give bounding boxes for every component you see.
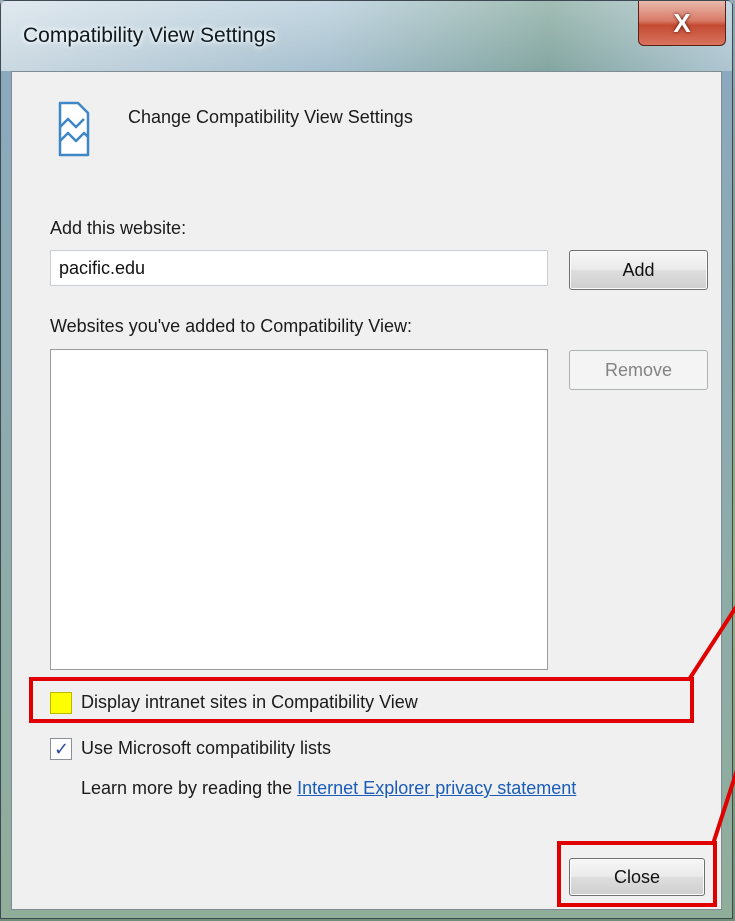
added-websites-label: Websites you've added to Compatibility V… (50, 316, 412, 336)
header-title: Change Compatibility View Settings (128, 107, 413, 127)
dialog-window: Compatibility View Settings X Change Com… (0, 0, 733, 919)
title-bar[interactable]: Compatibility View Settings X (1, 1, 732, 71)
checkmark-icon: ✓ (54, 739, 70, 759)
ms-lists-checkbox[interactable]: ✓ (50, 738, 72, 760)
intranet-label[interactable]: Display intranet sites in Compatibility … (81, 692, 418, 713)
added-websites-list[interactable] (50, 349, 548, 670)
ms-lists-label[interactable]: Use Microsoft compatibility lists (81, 738, 331, 759)
compatibility-view-icon (58, 101, 90, 157)
privacy-statement-link[interactable]: Internet Explorer privacy statement (297, 778, 576, 798)
remove-button[interactable]: Remove (569, 350, 708, 390)
intranet-checkbox[interactable] (50, 692, 72, 714)
window-title: Compatibility View Settings (23, 24, 276, 47)
close-icon: X (673, 7, 691, 38)
add-website-label: Add this website: (50, 218, 187, 238)
close-button[interactable]: Close (569, 858, 705, 896)
privacy-text: Learn more by reading the Internet Explo… (81, 778, 576, 799)
window-close-button[interactable]: X (638, 1, 726, 46)
privacy-prefix: Learn more by reading the (81, 778, 298, 798)
add-button[interactable]: Add (569, 250, 708, 290)
website-input[interactable] (50, 250, 548, 286)
dialog-body: Change Compatibility View Settings Add t… (11, 71, 722, 910)
